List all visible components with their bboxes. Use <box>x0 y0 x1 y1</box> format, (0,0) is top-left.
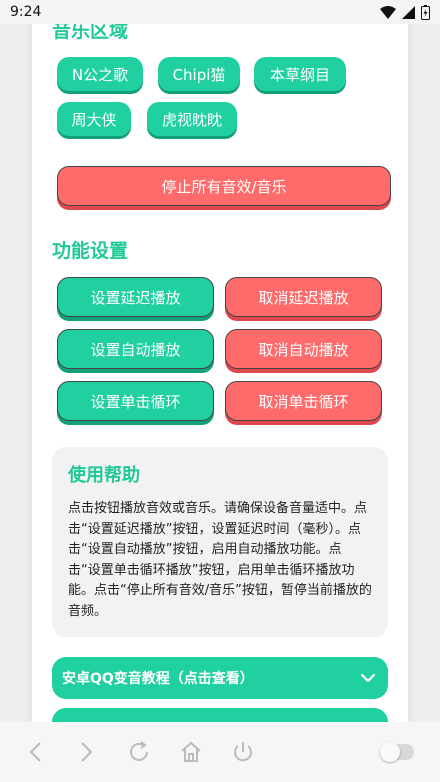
stop-all-button[interactable]: 停止所有音效/音乐 <box>57 166 391 206</box>
refresh-icon[interactable] <box>126 739 152 765</box>
chevron-down-icon <box>360 673 376 683</box>
signal-icon <box>402 5 415 19</box>
status-time: 9:24 <box>10 4 42 20</box>
set-loop-button[interactable]: 设置单击循环 <box>57 381 214 421</box>
chip-hushidandan[interactable]: 虎视眈眈 <box>147 102 237 136</box>
help-text: 点击按钮播放音效或音乐。请确保设备音量适中。点击“设置延迟播放”按钮，设置延迟时… <box>68 501 372 619</box>
set-delay-button[interactable]: 设置延迟播放 <box>57 277 214 317</box>
bottom-nav-bar <box>0 722 440 782</box>
power-icon[interactable] <box>230 739 256 765</box>
cancel-delay-button[interactable]: 取消延迟播放 <box>225 277 382 317</box>
tutorial-accordion-label: 安卓QQ变音教程（点击查看） <box>62 671 254 687</box>
tutorial-accordion[interactable]: 安卓QQ变音教程（点击查看） <box>52 657 388 699</box>
cancel-auto-button[interactable]: 取消自动播放 <box>225 329 382 369</box>
chip-n-song[interactable]: N公之歌 <box>57 57 143 91</box>
help-title: 使用帮助 <box>68 465 140 486</box>
home-icon[interactable] <box>178 739 204 765</box>
main-card: 音乐区域 N公之歌 Chipi猫 本草纲目 周大侠 虎视眈眈 停止所有音效/音乐… <box>32 0 408 724</box>
toggle-switch[interactable] <box>380 742 414 762</box>
chip-chipi-cat[interactable]: Chipi猫 <box>158 57 240 91</box>
chip-bencao[interactable]: 本草纲目 <box>254 57 346 91</box>
status-bar: 9:24 <box>0 0 440 24</box>
function-section-title: 功能设置 <box>52 240 129 262</box>
back-icon[interactable] <box>22 739 48 765</box>
set-auto-button[interactable]: 设置自动播放 <box>57 329 214 369</box>
help-box: 使用帮助 点击按钮播放音效或音乐。请确保设备音量适中。点击“设置延迟播放”按钮，… <box>52 447 388 637</box>
chip-zhoudaxia[interactable]: 周大侠 <box>57 102 131 136</box>
wifi-icon <box>380 5 396 19</box>
forward-icon[interactable] <box>74 739 100 765</box>
status-icons <box>380 4 430 20</box>
battery-icon <box>421 4 430 20</box>
cancel-loop-button[interactable]: 取消单击循环 <box>225 381 382 421</box>
